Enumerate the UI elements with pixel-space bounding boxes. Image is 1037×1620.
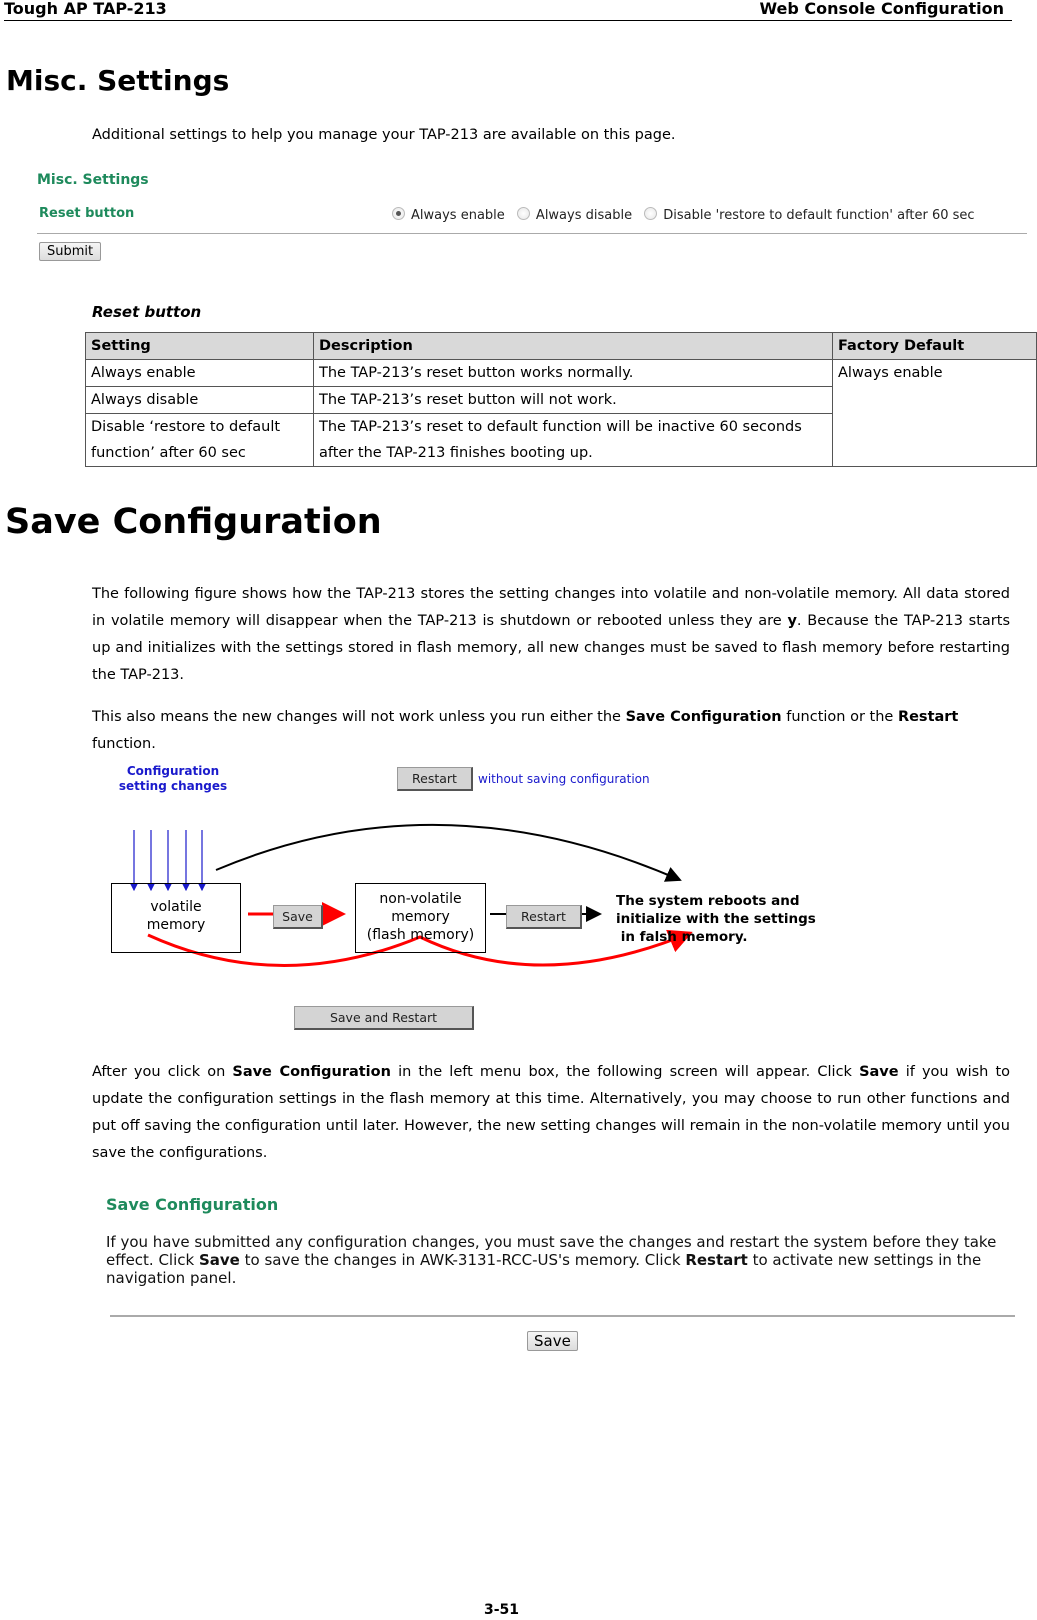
bold-text: Restart [897, 709, 959, 725]
save-and-restart-button: Save and Restart [294, 1006, 474, 1030]
radio-always-disable[interactable] [516, 207, 530, 220]
memory-flow-diagram: Configuration setting changes Restart wi… [0, 764, 1037, 1040]
box-line: volatile [150, 899, 202, 915]
radio-disable-restore[interactable] [644, 207, 658, 220]
page-header: Tough AP TAP-213 Web Console Configurati… [4, 0, 1012, 21]
radio-label: Always disable [535, 208, 633, 223]
box-line: memory [146, 917, 206, 933]
reboot-note: The system reboots and initialize with t… [616, 892, 816, 946]
cell-description: The TAP-213’s reset to default function … [313, 413, 833, 467]
config-change-arrows [130, 830, 206, 892]
save-paragraph-1: The following figure shows how the TAP-2… [92, 581, 1010, 689]
table-header-row: Setting Description Factory Default [85, 332, 1037, 360]
radio-always-enable[interactable] [392, 207, 405, 220]
text: function or the [781, 709, 898, 725]
bold-text: Restart [685, 1251, 748, 1269]
box-line: memory [391, 909, 450, 925]
box-line: non-volatile [379, 891, 462, 907]
cell-description: The TAP-213’s reset button works normall… [313, 359, 833, 387]
table-row: Always enable The TAP-213’s reset button… [85, 359, 1037, 467]
reset-button-label: Reset button [39, 206, 135, 221]
radio-label: Disable 'restore to default function' af… [663, 208, 975, 223]
cell-setting: Disable ‘restore to default function’ af… [85, 413, 314, 467]
section-title-misc: Misc. Settings [6, 64, 230, 97]
cell-factory-default: Always enable [832, 359, 1037, 467]
bold-text: Save Configuration [625, 709, 782, 725]
text: This also means the new changes will not… [92, 709, 626, 725]
text: to save the changes in AWK-3131-RCC-US's… [239, 1251, 686, 1269]
bold-text: Save Configuration [232, 1064, 391, 1080]
volatile-memory-box: volatile memory [111, 883, 241, 953]
col-setting: Setting [85, 332, 314, 360]
text: After you click on [92, 1064, 233, 1080]
col-factory-default: Factory Default [832, 332, 1037, 360]
divider [37, 233, 1027, 234]
misc-settings-screenshot: Misc. Settings Reset button Always enabl… [37, 170, 1027, 270]
restart-top-button: Restart [397, 767, 473, 791]
cell-setting: Always enable [85, 359, 314, 387]
label-line: setting changes [118, 779, 228, 793]
restart-mid-button: Restart [506, 905, 582, 929]
bold-text: y [787, 613, 797, 629]
save-paragraph-2: This also means the new changes will not… [92, 704, 1010, 758]
nonvolatile-memory-box: non-volatile memory (flash memory) [355, 883, 486, 953]
save-paragraph-3: After you click on Save Configuration in… [92, 1059, 1010, 1167]
page-number: 3-51 [484, 1602, 520, 1618]
header-chapter: Web Console Configuration [759, 0, 1004, 18]
header-product: Tough AP TAP-213 [4, 0, 167, 18]
cell-setting: Always disable [85, 386, 314, 414]
save-button[interactable]: Save [527, 1331, 578, 1351]
config-changes-label: Configuration setting changes [118, 764, 228, 794]
panel-title: Save Configuration [106, 1195, 279, 1214]
submit-button[interactable]: Submit [39, 242, 102, 261]
panel-text: If you have submitted any configuration … [106, 1233, 1011, 1287]
bold-text: Save [859, 1064, 899, 1080]
save-diagram-button: Save [273, 905, 323, 929]
section-title-save: Save Configuration [5, 502, 382, 542]
divider [110, 1315, 1015, 1317]
panel-title: Misc. Settings [37, 172, 149, 188]
text: function. [92, 736, 156, 752]
text: in the left menu box, the following scre… [390, 1064, 860, 1080]
save-configuration-screenshot: Save Configuration If you have submitted… [100, 1195, 1030, 1355]
reset-button-options: Always enable Always disable Disable 're… [392, 207, 983, 223]
table-caption: Reset button [92, 303, 202, 321]
col-description: Description [313, 332, 833, 360]
misc-intro: Additional settings to help you manage y… [92, 127, 676, 143]
note-line: initialize with the settings [616, 911, 816, 927]
cell-description: The TAP-213’s reset button will not work… [313, 386, 833, 414]
box-line: (flash memory) [366, 927, 475, 943]
note-line: in falsh memory. [616, 929, 748, 945]
reset-button-table: Setting Description Factory Default Alwa… [85, 332, 1037, 467]
restart-without-save-arc [215, 823, 682, 882]
radio-label: Always enable [411, 208, 505, 223]
label-line: Configuration [126, 764, 220, 778]
note-line: The system reboots and [616, 893, 800, 909]
bold-text: Save [198, 1251, 240, 1269]
restart-note: without saving configuration [478, 772, 650, 786]
